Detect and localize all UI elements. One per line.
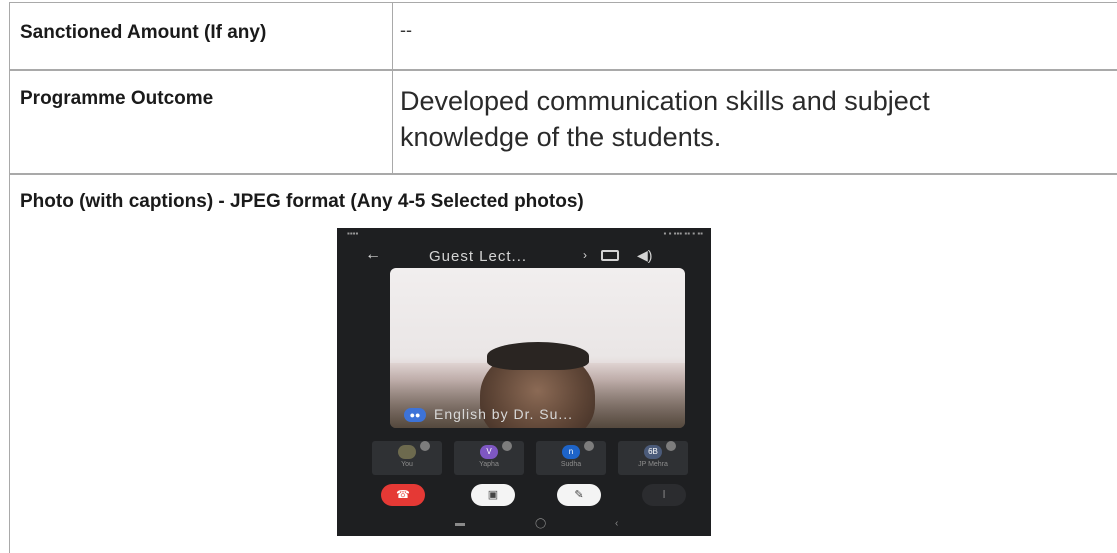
sanctioned-amount-value: -- bbox=[400, 20, 412, 40]
arrow-left-icon[interactable]: ← bbox=[365, 246, 381, 264]
participant-tile[interactable]: n Sudha bbox=[536, 441, 606, 475]
camera-off-icon: ▣ bbox=[487, 489, 499, 501]
participant-tile[interactable]: 6B JP Mehra bbox=[618, 441, 688, 475]
mic-off-icon bbox=[666, 441, 676, 451]
android-nav-bar: ▬ ◯ ‹ bbox=[337, 518, 711, 534]
speaker-video-tile: ●● English by Dr. Su... bbox=[390, 268, 685, 428]
participant-strip: You V Yapha n Sudha 6B JP Mehra bbox=[372, 441, 707, 477]
speaker-caption-text: English by Dr. Su... bbox=[434, 406, 574, 422]
mic-off-icon bbox=[502, 441, 512, 451]
call-controls: ☎ ▣ ✎ ǀ bbox=[337, 484, 711, 512]
raise-hand-icon: ǀ bbox=[662, 489, 666, 501]
meeting-top-bar: ← Guest Lect... › ◀) bbox=[337, 242, 711, 270]
participant-avatar: n bbox=[562, 445, 580, 459]
speaker-hair bbox=[487, 342, 589, 370]
participant-tile[interactable]: V Yapha bbox=[454, 441, 524, 475]
table-border-row2 bbox=[10, 173, 1117, 175]
participant-avatar bbox=[398, 445, 416, 459]
end-call-button[interactable]: ☎ bbox=[381, 484, 425, 506]
raise-hand-button[interactable]: ǀ bbox=[642, 484, 686, 506]
speaking-indicator-icon: ●● bbox=[404, 408, 426, 422]
meeting-title: Guest Lect... bbox=[429, 248, 528, 265]
speaker-icon[interactable]: ◀) bbox=[637, 247, 652, 264]
sanctioned-amount-label: Sanctioned Amount (If any) bbox=[20, 22, 267, 43]
participant-name: JP Mehra bbox=[638, 461, 668, 468]
participant-avatar: 6B bbox=[644, 445, 662, 459]
home-icon[interactable]: ◯ bbox=[535, 518, 546, 529]
camera-toggle-button[interactable]: ▣ bbox=[471, 484, 515, 506]
photo-section-label: Photo (with captions) - JPEG format (Any… bbox=[20, 191, 584, 212]
participant-name: You bbox=[401, 461, 413, 468]
status-icons: ▪ ▪ ▪▪▪ ▪▪ ▪ ▪▪ bbox=[663, 229, 703, 238]
mic-off-icon bbox=[420, 441, 430, 451]
programme-outcome-value-line1: Developed communication skills and subje… bbox=[400, 86, 930, 116]
mic-off-icon bbox=[584, 441, 594, 451]
phone-status-bar: ▪▪▪▪ ▪ ▪ ▪▪▪ ▪▪ ▪ ▪▪ bbox=[337, 228, 711, 242]
participant-name: Yapha bbox=[479, 461, 499, 468]
participant-avatar: V bbox=[480, 445, 498, 459]
programme-outcome-label: Programme Outcome bbox=[20, 88, 214, 109]
back-nav-icon[interactable]: ‹ bbox=[615, 518, 618, 529]
participant-name: Sudha bbox=[560, 461, 582, 468]
end-call-icon: ☎ bbox=[396, 489, 410, 501]
table-border-top bbox=[10, 2, 1117, 3]
document-page: Sanctioned Amount (If any) -- Programme … bbox=[0, 0, 1117, 553]
mic-toggle-button[interactable]: ✎ bbox=[557, 484, 601, 506]
table-border-row1 bbox=[10, 69, 1117, 71]
dropdown-dot-icon[interactable]: › bbox=[583, 248, 587, 262]
mic-off-icon: ✎ bbox=[574, 489, 584, 501]
meeting-screenshot-photo: ▪▪▪▪ ▪ ▪ ▪▪▪ ▪▪ ▪ ▪▪ ← Guest Lect... › ◀… bbox=[337, 228, 711, 536]
participant-tile[interactable]: You bbox=[372, 441, 442, 475]
recents-icon[interactable]: ▬ bbox=[455, 518, 465, 529]
status-time: ▪▪▪▪ bbox=[347, 229, 359, 238]
table-border-left bbox=[9, 2, 10, 553]
table-column-divider bbox=[392, 2, 393, 174]
programme-outcome-value-line2: knowledge of the students. bbox=[400, 122, 722, 152]
switch-camera-icon[interactable] bbox=[601, 250, 619, 261]
